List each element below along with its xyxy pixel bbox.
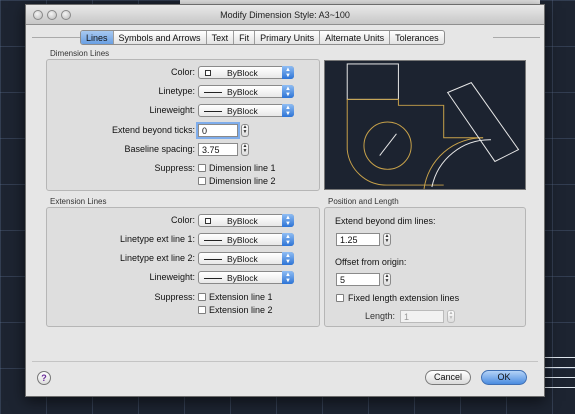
cad-right-lines xyxy=(544,355,575,395)
extend-ticks-label: Extend beyond ticks: xyxy=(111,125,195,135)
popup-arrows-icon: ▲ ▼ xyxy=(282,271,294,284)
tab-fit[interactable]: Fit xyxy=(234,31,256,44)
extend-dim-lines-stepper[interactable]: ▲ ▼ xyxy=(383,233,391,246)
lineweight-sample-icon xyxy=(204,278,222,279)
linetype-sample-icon xyxy=(204,240,222,241)
ext-lineweight-popup[interactable]: ByBlock ▲ ▼ xyxy=(198,271,294,284)
title-bar: Modify Dimension Style: A3~100 xyxy=(26,5,544,25)
tab-tolerances[interactable]: Tolerances xyxy=(390,31,444,44)
dim-linetype-value: ByBlock xyxy=(227,87,258,97)
color-swatch-icon xyxy=(205,70,211,76)
preview-dim-path xyxy=(347,98,484,139)
extend-ticks-field[interactable]: 0 xyxy=(198,124,238,137)
dim-linetype-popup[interactable]: ByBlock ▲ ▼ xyxy=(198,85,294,98)
ext-color-label: Color: xyxy=(170,215,195,225)
popup-arrows-icon: ▲ ▼ xyxy=(282,252,294,265)
preview-white-arc xyxy=(431,139,491,188)
suppress-ext-line-1-label: Extension line 1 xyxy=(209,292,273,302)
offset-origin-field[interactable]: 5 xyxy=(336,273,380,286)
extension-lines-heading: Extension Lines xyxy=(50,197,107,206)
popup-arrows-icon: ▲ ▼ xyxy=(282,214,294,227)
baseline-spacing-stepper[interactable]: ▲ ▼ xyxy=(241,143,249,156)
suppress-ext-line-1-checkbox[interactable] xyxy=(198,293,206,301)
suppress-ext-line-2-checkbox[interactable] xyxy=(198,306,206,314)
dim-linetype-label: Linetype: xyxy=(158,86,195,96)
length-label: Length: xyxy=(364,311,395,321)
ext-lineweight-value: ByBlock xyxy=(227,273,258,283)
ext-linetype-1-value: ByBlock xyxy=(227,235,258,245)
modify-dimension-style-dialog: Modify Dimension Style: A3~100 Lines Sym… xyxy=(25,4,545,397)
tab-lines[interactable]: Lines xyxy=(81,31,114,44)
footer-separator xyxy=(32,361,538,362)
tab-text[interactable]: Text xyxy=(207,31,235,44)
dim-lineweight-popup[interactable]: ByBlock ▲ ▼ xyxy=(198,104,294,117)
dimension-lines-group: Color: ByBlock ▲ ▼ Linetype: ByBlock ▲ ▼ L… xyxy=(46,59,320,191)
ext-linetype-2-value: ByBlock xyxy=(227,254,258,264)
dim-lineweight-label: Lineweight: xyxy=(149,105,195,115)
tab-primary-units[interactable]: Primary Units xyxy=(255,31,321,44)
popup-arrows-icon: ▲ ▼ xyxy=(282,66,294,79)
ok-button[interactable]: OK xyxy=(481,370,527,385)
suppress-ext-line-2-label: Extension line 2 xyxy=(209,305,273,315)
ext-color-popup[interactable]: ByBlock ▲ ▼ xyxy=(198,214,294,227)
tab-separator-right xyxy=(493,37,540,38)
linetype-sample-icon xyxy=(204,92,222,93)
preview-leader xyxy=(379,133,397,156)
position-length-group: Extend beyond dim lines: 1.25 ▲ ▼ Offset … xyxy=(324,207,526,327)
suppress-dim-line-2-label: Dimension line 2 xyxy=(209,176,276,186)
cancel-button[interactable]: Cancel xyxy=(425,370,471,385)
dim-color-value: ByBlock xyxy=(227,68,258,78)
ext-linetype-1-label: Linetype ext line 1: xyxy=(119,234,195,244)
suppress-dim-line-2-checkbox[interactable] xyxy=(198,177,206,185)
popup-arrows-icon: ▲ ▼ xyxy=(282,104,294,117)
help-button[interactable]: ? xyxy=(37,371,51,385)
tab-symbols-and-arrows[interactable]: Symbols and Arrows xyxy=(114,31,207,44)
ext-color-value: ByBlock xyxy=(227,216,258,226)
suppress-dim-line-1-label: Dimension line 1 xyxy=(209,163,276,173)
extension-lines-group: Color: ByBlock ▲ ▼ Linetype ext line 1: B… xyxy=(46,207,320,327)
ext-lineweight-label: Lineweight: xyxy=(149,272,195,282)
dimension-lines-heading: Dimension Lines xyxy=(50,49,110,58)
popup-arrows-icon: ▲ ▼ xyxy=(282,233,294,246)
length-field[interactable]: 1 xyxy=(400,310,444,323)
ext-linetype-1-popup[interactable]: ByBlock ▲ ▼ xyxy=(198,233,294,246)
linetype-sample-icon xyxy=(204,259,222,260)
fixed-length-label: Fixed length extension lines xyxy=(348,293,460,303)
baseline-spacing-label: Baseline spacing: xyxy=(124,144,195,154)
ext-linetype-2-label: Linetype ext line 2: xyxy=(119,253,195,263)
length-stepper[interactable]: ▲ ▼ xyxy=(447,310,455,323)
ext-suppress-label: Suppress: xyxy=(154,292,195,302)
extend-dim-lines-field[interactable]: 1.25 xyxy=(336,233,380,246)
tab-alternate-units[interactable]: Alternate Units xyxy=(320,31,391,44)
popup-arrows-icon: ▲ ▼ xyxy=(282,85,294,98)
extend-ticks-stepper[interactable]: ▲ ▼ xyxy=(241,124,249,137)
lineweight-sample-icon xyxy=(204,111,222,112)
offset-origin-label: Offset from origin: xyxy=(335,257,407,267)
preview-angled-rect xyxy=(446,82,520,163)
fixed-length-checkbox[interactable] xyxy=(336,294,344,302)
baseline-spacing-field[interactable]: 3.75 xyxy=(198,143,238,156)
dimension-preview xyxy=(324,60,526,190)
offset-origin-stepper[interactable]: ▲ ▼ xyxy=(383,273,391,286)
dim-lineweight-value: ByBlock xyxy=(227,106,258,116)
suppress-dim-line-1-checkbox[interactable] xyxy=(198,164,206,172)
position-length-heading: Position and Length xyxy=(328,197,399,206)
dim-suppress-label: Suppress: xyxy=(154,163,195,173)
color-swatch-icon xyxy=(205,218,211,224)
tab-bar: Lines Symbols and Arrows Text Fit Primar… xyxy=(80,30,445,45)
dim-color-popup[interactable]: ByBlock ▲ ▼ xyxy=(198,66,294,79)
extend-dim-lines-label: Extend beyond dim lines: xyxy=(335,216,436,226)
preview-top-rect xyxy=(346,63,399,100)
dim-color-label: Color: xyxy=(170,67,195,77)
window-title: Modify Dimension Style: A3~100 xyxy=(220,10,350,20)
tab-separator-left xyxy=(32,37,80,38)
ext-linetype-2-popup[interactable]: ByBlock ▲ ▼ xyxy=(198,252,294,265)
